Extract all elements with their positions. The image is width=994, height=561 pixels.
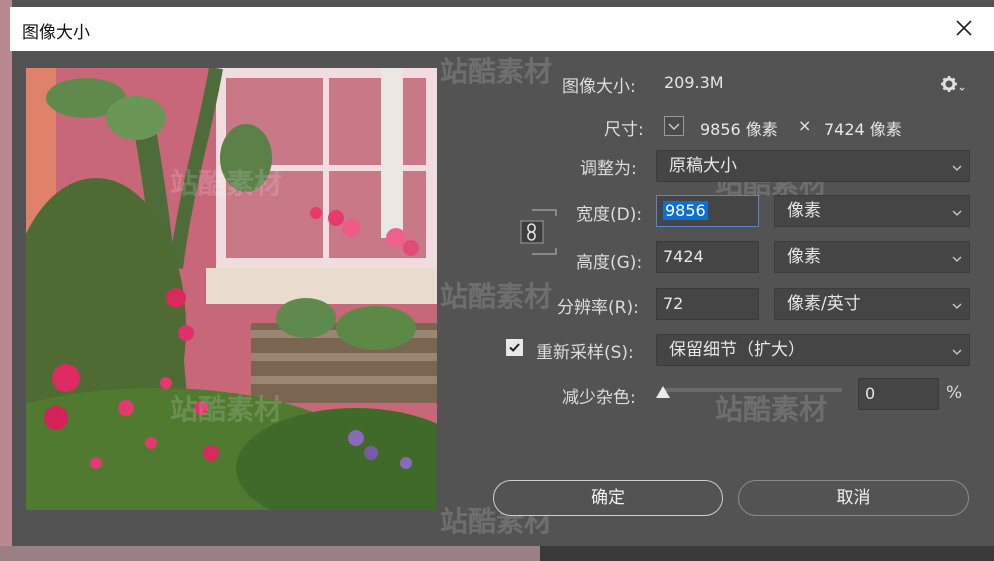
reduce-noise-value: 0 bbox=[865, 384, 876, 403]
resolution-value: 72 bbox=[663, 294, 684, 313]
width-unit-value: 像素 bbox=[787, 201, 821, 221]
width-unit-select[interactable]: 像素 bbox=[774, 195, 970, 227]
width-label: 宽度(D): bbox=[576, 205, 643, 225]
resample-method-value: 保留细节（扩大） bbox=[669, 340, 805, 360]
dimensions-unit-dropdown[interactable] bbox=[664, 116, 684, 136]
reduce-noise-label: 减少杂色: bbox=[562, 388, 636, 408]
resolution-unit-select[interactable]: 像素/英寸 bbox=[774, 288, 970, 320]
height-unit-value: 像素 bbox=[787, 247, 821, 267]
fit-to-label: 调整为: bbox=[580, 159, 637, 179]
chevron-down-icon bbox=[952, 349, 962, 355]
image-size-label: 图像大小: bbox=[562, 77, 636, 97]
watermark: 站酷素材 bbox=[440, 280, 553, 313]
checkmark-icon bbox=[509, 343, 520, 352]
resample-label: 重新采样(S): bbox=[536, 343, 634, 363]
watermark: 站酷素材 bbox=[440, 55, 553, 88]
settings-gear-button[interactable] bbox=[940, 74, 968, 94]
fit-to-value: 原稿大小 bbox=[669, 156, 737, 176]
background-canvas-strip bbox=[0, 0, 12, 561]
resolution-unit-value: 像素/英寸 bbox=[787, 294, 861, 314]
resolution-input[interactable]: 72 bbox=[656, 288, 759, 320]
image-size-dialog: 图像大小 站酷素材 站酷素材 站酷素材 站酷素材 站酷素材 图像大小: 209.… bbox=[0, 0, 994, 561]
background-canvas-bottom bbox=[0, 546, 540, 561]
reduce-noise-unit: % bbox=[946, 383, 963, 403]
reduce-noise-slider-thumb[interactable] bbox=[656, 386, 670, 398]
chevron-down-icon bbox=[952, 210, 962, 216]
close-icon bbox=[956, 20, 972, 36]
constrain-proportions-toggle[interactable] bbox=[520, 208, 560, 256]
chevron-down-icon bbox=[664, 116, 684, 136]
cancel-button[interactable]: 取消 bbox=[738, 480, 969, 516]
reduce-noise-slider-track[interactable] bbox=[662, 388, 842, 392]
image-size-value: 209.3M bbox=[664, 73, 724, 92]
ok-button[interactable]: 确定 bbox=[493, 480, 723, 516]
chevron-down-icon bbox=[952, 165, 962, 171]
height-unit-select[interactable]: 像素 bbox=[774, 241, 970, 273]
dimensions-label: 尺寸: bbox=[604, 120, 644, 140]
resample-checkbox[interactable] bbox=[506, 339, 523, 356]
width-value: 9856 bbox=[663, 201, 708, 220]
resolution-label: 分辨率(R): bbox=[557, 298, 639, 318]
preview-illustration bbox=[26, 68, 437, 510]
height-input[interactable]: 7424 bbox=[656, 241, 759, 273]
resample-method-select[interactable]: 保留细节（扩大） bbox=[656, 334, 970, 366]
background-panel-bottom bbox=[540, 546, 994, 561]
gear-icon bbox=[941, 76, 965, 92]
chevron-down-icon bbox=[952, 303, 962, 309]
width-input[interactable]: 9856 bbox=[656, 195, 759, 227]
chevron-down-icon bbox=[952, 256, 962, 262]
reduce-noise-input[interactable]: 0 bbox=[858, 378, 939, 410]
dimensions-times: × bbox=[798, 116, 812, 135]
height-value: 7424 bbox=[663, 247, 704, 266]
watermark: 站酷素材 bbox=[715, 393, 828, 426]
link-icon bbox=[520, 209, 557, 255]
fit-to-select[interactable]: 原稿大小 bbox=[656, 150, 970, 182]
image-preview[interactable] bbox=[26, 68, 437, 510]
title-bar: 图像大小 bbox=[10, 7, 994, 51]
dialog-title: 图像大小 bbox=[22, 23, 90, 43]
close-button[interactable] bbox=[952, 15, 976, 41]
dimensions-width: 9856 像素 bbox=[700, 120, 778, 139]
dimensions-height: 7424 像素 bbox=[824, 120, 902, 139]
height-label: 高度(G): bbox=[576, 253, 643, 273]
